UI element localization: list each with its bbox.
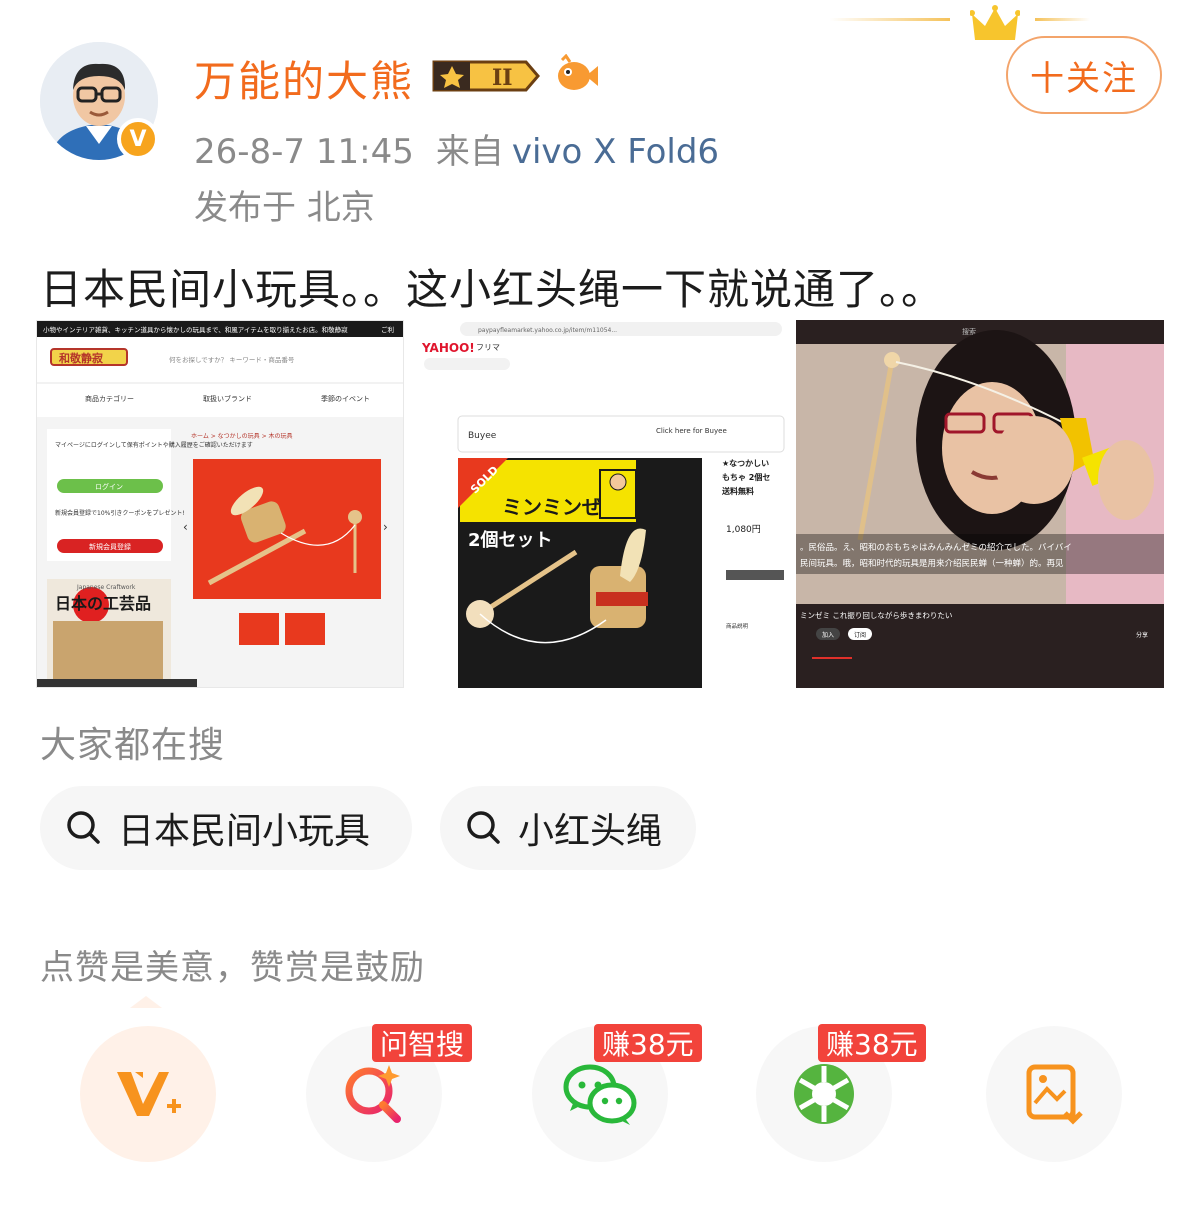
crown-icon [970, 5, 1020, 40]
search-chip-2[interactable]: 小红头绳 [440, 786, 696, 870]
search-section-title: 大家都在搜 [40, 725, 226, 766]
video-share: 分享 [1136, 631, 1148, 639]
browser-url: paypayfleamarket.yahoo.co.jp/item/m11054… [478, 327, 617, 334]
store-banner: 小物やインテリア雑貨、キッチン道具から懐かしの玩具まで、和風アイテムを取り揃えた… [43, 325, 348, 334]
search-icon [67, 811, 100, 844]
nav-item-1: 商品カテゴリー [85, 394, 134, 403]
nav-item-2: 取扱いブランド [203, 394, 252, 403]
login-button: ログイン [95, 482, 123, 491]
level-label: II [492, 65, 513, 91]
promo-tag-wechat: 赚38元 [594, 1024, 702, 1062]
post-image-1[interactable]: 小物やインテリア雑貨、キッチン道具から懐かしの玩具まで、和風アイテムを取り揃えた… [36, 320, 404, 688]
search-chip-label: 小红头绳 [518, 811, 663, 852]
video-button-subscribe: 订阅 [854, 631, 866, 639]
save-image-button[interactable] [986, 1026, 1122, 1162]
subtitle-jp: 。民俗品。え、昭和のおもちゃはみんみんゼミの紹介でした。バイバイ [800, 542, 1072, 553]
nav-item-3: 季節のイベント [321, 394, 370, 403]
video-caption: ミンゼミ これ振り回しながら歩きまわりたい [800, 610, 952, 620]
breadcrumb: ホーム > なつかしの玩具 > 木の玩具 [191, 432, 293, 440]
search-chip-label: 日本民间小玩具 [118, 811, 371, 852]
post-time: 26-8-7 11:45 [194, 132, 414, 172]
post-image-3[interactable]: 搜索 。民俗品。え、昭和のおもちゃはみんみんゼミの紹介でした。バイバイ 民间玩具… [796, 320, 1164, 688]
register-button: 新規会員登録 [89, 542, 131, 551]
vplus-button[interactable] [80, 1026, 216, 1162]
promo-tag-ai: 问智搜 [372, 1024, 473, 1062]
buyee-logo: Buyee [468, 431, 497, 441]
buyee-cta: Click here for Buyee [656, 427, 727, 435]
store-search-placeholder: 何をお探しですか？ キーワード・商品番号 [169, 355, 295, 364]
craft-sub: Japanese Craftwork [76, 584, 136, 591]
svg-text:›: › [383, 520, 388, 534]
post-content: 日本民间小玩具。。这小红头绳一下就说通了。。 [40, 265, 945, 314]
login-text: マイページにログインして保有ポイントや購入履歴をご確認いただけます [55, 441, 253, 449]
verified-badge: V [117, 118, 159, 160]
search-chip-1[interactable]: 日本民间小玩具 [40, 786, 412, 870]
search-icon [467, 811, 500, 844]
vplus-icon [117, 1072, 181, 1116]
save-image-icon [1026, 1064, 1083, 1125]
moments-icon [794, 1064, 854, 1124]
title-line-3: 送料無料 [721, 486, 754, 496]
active-pointer [130, 996, 162, 1008]
craft-title: 日本の工芸品 [55, 594, 151, 613]
fish-icon [558, 54, 598, 90]
yahoo-logo-sub: フリマ [476, 343, 500, 352]
promo-tag-moments: 赚38元 [818, 1024, 926, 1062]
post-location: 发布于 北京 [194, 188, 375, 228]
set-label: 2個セット [468, 530, 553, 551]
store-banner-right: ご利 [381, 325, 394, 334]
store-name: 和敬静寂 [59, 351, 103, 365]
ai-search-icon [345, 1065, 401, 1123]
follow-button[interactable]: 十关注 [1006, 36, 1162, 114]
coupon-text: 新規会員登録で10%引きクーポンをプレゼント! [55, 509, 185, 517]
source-prefix: 来自 [435, 132, 504, 172]
username[interactable]: 万能的大熊 [194, 48, 414, 109]
subtitle-cn: 民间玩具。哦，昭和时代的玩具是用来介绍民民蝉（一种蝉）的。再见 [800, 558, 1064, 569]
title-line-1: ★なつかしい [722, 459, 769, 468]
post-image-2[interactable]: paypayfleamarket.yahoo.co.jp/item/m11054… [420, 320, 786, 688]
video-button-join: 加入 [822, 631, 834, 639]
wechat-icon [563, 1064, 637, 1125]
device-link[interactable]: vivo X Fold6 [512, 132, 719, 172]
reward-text: 点赞是美意，赞赏是鼓励 [40, 948, 425, 988]
title-line-2: もちゃ 2個セ [722, 472, 770, 482]
yahoo-logo: YAHOO! [421, 341, 475, 355]
post-meta: 26-8-7 11:45 来自 vivo X Fold6 [194, 124, 719, 173]
desc-label: 商品説明 [726, 622, 749, 630]
price: 1,080円 [726, 524, 761, 535]
level-badge-icon: II [432, 60, 540, 92]
svg-text:‹: ‹ [183, 520, 188, 534]
